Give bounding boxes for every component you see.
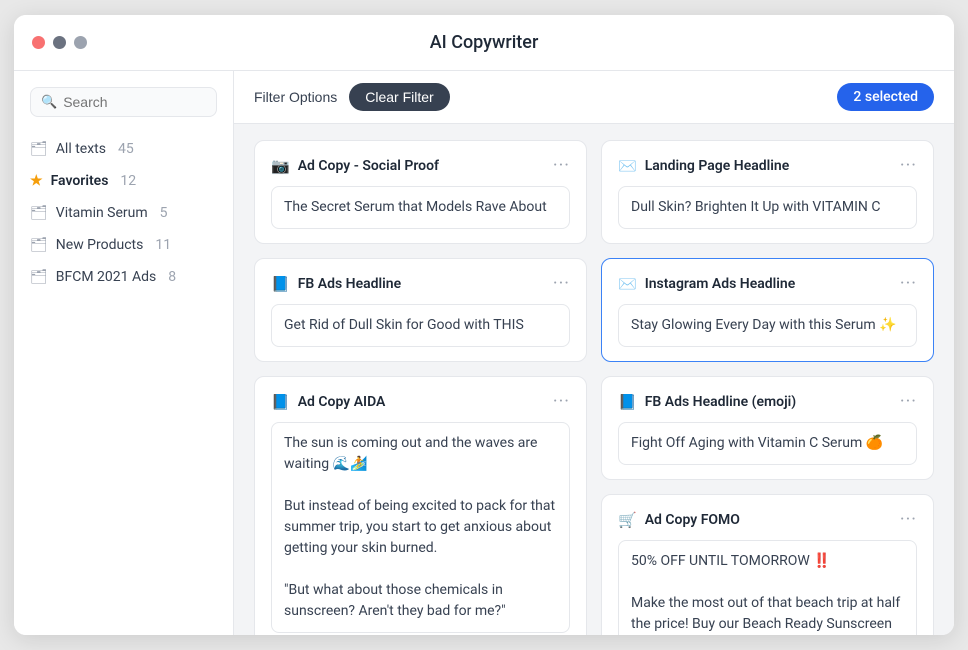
card-header: 📘 FB Ads Headline ··· [271,273,570,294]
card-title-wrap: ✉️ Landing Page Headline [618,157,789,175]
card-instagram-ads-headline[interactable]: ✉️ Instagram Ads Headline ··· Stay Glowing … [601,258,934,362]
card-fb-ads-headline-emoji[interactable]: 📘 FB Ads Headline (emoji) ··· Fight Off Agi… [601,376,934,480]
folder-icon: 🗂 [30,237,48,253]
card-type-icon: 📘 [271,275,290,293]
card-type-icon: 📷 [271,157,290,175]
sidebar-item-label: Favorites [51,173,109,189]
sidebar-item-all-texts[interactable]: 🗂 All texts 45 [14,133,233,165]
window-dot-red[interactable] [32,36,45,49]
folder-icon: 🗂 [30,205,48,221]
card-body-text: Stay Glowing Every Day with this Serum ✨ [618,304,917,347]
sidebar-item-favorites[interactable]: ★ Favorites 12 [14,165,233,197]
card-body-text: Fight Off Aging with Vitamin C Serum 🍊 [618,422,917,465]
card-title-text: FB Ads Headline [298,276,401,292]
card-menu-button[interactable]: ··· [900,509,917,530]
window-controls [32,36,87,49]
sidebar-item-count: 12 [120,173,136,189]
card-menu-button[interactable]: ··· [553,391,570,412]
card-title-text: Landing Page Headline [645,158,790,174]
sidebar-item-label: All texts [56,141,106,157]
sidebar-item-new-products[interactable]: 🗂 New Products 11 [14,229,233,261]
app-window: AI Copywriter 🔍 🗂 All texts 45 ★ Favorites 12… [14,15,954,635]
card-header: 🛒 Ad Copy FOMO ··· [618,509,917,530]
card-title-text: FB Ads Headline (emoji) [645,394,797,410]
sidebar-items-list: 🗂All texts45★Favorites12🗂Vitamin Serum5🗂… [14,133,233,293]
folder-icon: 🗂 [30,141,48,157]
card-menu-button[interactable]: ··· [900,391,917,412]
card-title-wrap: 📘 FB Ads Headline [271,275,401,293]
search-input-wrap[interactable]: 🔍 [30,87,217,117]
sidebar-item-count: 5 [160,205,168,221]
card-ad-copy-aida[interactable]: 📘 Ad Copy AIDA ··· The sun is coming out an… [254,376,587,635]
card-header: 📘 Ad Copy AIDA ··· [271,391,570,412]
folder-icon: 🗂 [30,269,48,285]
card-body-text: Dull Skin? Brighten It Up with VITAMIN C [618,186,917,229]
search-icon: 🔍 [41,95,57,110]
card-title-text: Instagram Ads Headline [645,276,796,292]
main-layout: 🔍 🗂 All texts 45 ★ Favorites 12 🗂 Vitamin Serum… [14,71,954,635]
card-title-wrap: 📷 Ad Copy - Social Proof [271,157,439,175]
card-title-wrap: 🛒 Ad Copy FOMO [618,511,740,529]
window-dot-green[interactable] [74,36,87,49]
card-title-wrap: ✉️ Instagram Ads Headline [618,275,795,293]
sidebar-item-vitamin-serum[interactable]: 🗂 Vitamin Serum 5 [14,197,233,229]
content-area: Filter Options Clear Filter 2 selected 📷… [234,71,954,635]
search-container: 🔍 [14,87,233,133]
selected-badge: 2 selected [837,83,934,111]
card-type-icon: 🛒 [618,511,637,529]
card-header: ✉️ Landing Page Headline ··· [618,155,917,176]
card-header: ✉️ Instagram Ads Headline ··· [618,273,917,294]
card-header: 📘 FB Ads Headline (emoji) ··· [618,391,917,412]
sidebar-item-count: 11 [155,237,171,253]
card-title-wrap: 📘 FB Ads Headline (emoji) [618,393,796,411]
card-body-text: Get Rid of Dull Skin for Good with THIS [271,304,570,347]
card-title-wrap: 📘 Ad Copy AIDA [271,393,385,411]
card-fb-ads-headline[interactable]: 📘 FB Ads Headline ··· Get Rid of Dull Skin … [254,258,587,362]
sidebar-item-label: Vitamin Serum [56,205,148,221]
card-body-text: The sun is coming out and the waves are … [271,422,570,633]
card-type-icon: 📘 [618,393,637,411]
card-menu-button[interactable]: ··· [553,273,570,294]
card-type-icon: 📘 [271,393,290,411]
star-icon: ★ [30,173,43,189]
sidebar-item-count: 45 [118,141,134,157]
title-bar: AI Copywriter [14,15,954,71]
card-type-icon: ✉️ [618,157,637,175]
card-menu-button[interactable]: ··· [553,155,570,176]
window-dot-yellow[interactable] [53,36,66,49]
filter-bar: Filter Options Clear Filter 2 selected [234,71,954,124]
sidebar-item-bfcm-2021-ads[interactable]: 🗂 BFCM 2021 Ads 8 [14,261,233,293]
sidebar-item-count: 8 [168,269,176,285]
card-type-icon: ✉️ [618,275,637,293]
card-body-text: 50% OFF UNTIL TOMORROW ‼️ Make the most … [618,540,917,635]
card-menu-button[interactable]: ··· [900,155,917,176]
sidebar-item-label: BFCM 2021 Ads [56,269,156,285]
card-title-text: Ad Copy FOMO [645,512,740,528]
card-title-text: Ad Copy AIDA [298,394,386,410]
card-header: 📷 Ad Copy - Social Proof ··· [271,155,570,176]
app-title: AI Copywriter [430,32,539,53]
sidebar-item-label: New Products [56,237,144,253]
search-input[interactable] [63,94,206,110]
sidebar: 🔍 🗂 All texts 45 ★ Favorites 12 🗂 Vitamin Serum… [14,71,234,635]
card-title-text: Ad Copy - Social Proof [298,158,439,174]
card-landing-page-headline[interactable]: ✉️ Landing Page Headline ··· Dull Skin? Bri… [601,140,934,244]
card-ad-copy-fomo[interactable]: 🛒 Ad Copy FOMO ··· 50% OFF UNTIL TOMORROW ‼… [601,494,934,635]
card-ad-copy-social-proof[interactable]: 📷 Ad Copy - Social Proof ··· The Secret Ser… [254,140,587,244]
card-body-text: The Secret Serum that Models Rave About [271,186,570,229]
card-menu-button[interactable]: ··· [900,273,917,294]
cards-grid: 📷 Ad Copy - Social Proof ··· The Secret Ser… [234,124,954,635]
filter-options-button[interactable]: Filter Options [254,89,337,105]
clear-filter-button[interactable]: Clear Filter [349,83,449,111]
